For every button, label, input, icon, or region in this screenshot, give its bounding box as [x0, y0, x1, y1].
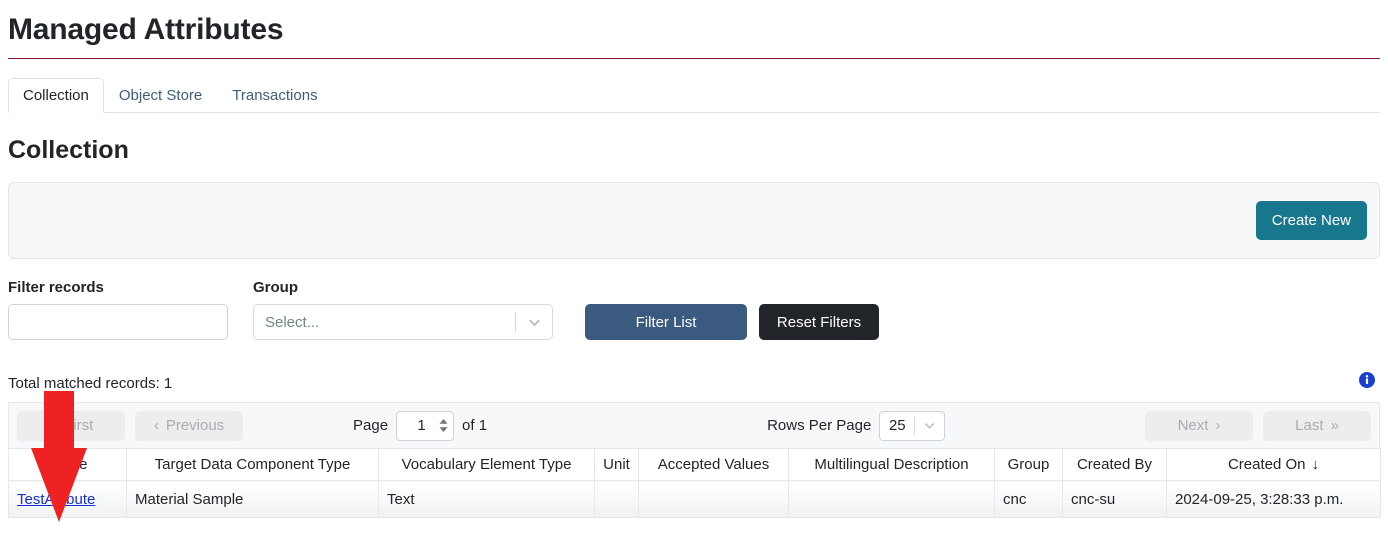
previous-page-label: Previous	[165, 417, 225, 434]
cell-unit	[594, 480, 639, 518]
tab-object-store-label: Object Store	[118, 87, 203, 104]
cell-created-on: 2024-09-25, 3:28:33 p.m.	[1166, 480, 1381, 518]
last-page-chevrons-icon: »	[1330, 417, 1339, 434]
create-new-button[interactable]: Create New	[1255, 201, 1367, 240]
page-spinner-icon[interactable]	[438, 418, 449, 433]
cell-vocabulary-element-type: Text	[378, 480, 595, 518]
column-header-multilingual-description[interactable]: Multilingual Description	[788, 448, 995, 481]
cell-multilingual-description	[788, 480, 995, 518]
filter-bar: Filter records Group Select... Filter Li…	[8, 279, 1380, 340]
table-header-row: Name Target Data Component Type Vocabula…	[8, 448, 1381, 481]
page-root: Managed Attributes Collection Object Sto…	[0, 0, 1388, 552]
managed-attributes-table: Name Target Data Component Type Vocabula…	[8, 448, 1381, 518]
column-header-accepted-values[interactable]: Accepted Values	[638, 448, 789, 481]
create-panel: Create New	[8, 182, 1380, 259]
results-summary: Total matched records: 1	[8, 372, 1380, 394]
next-page-button[interactable]: Next ›	[1145, 410, 1253, 441]
previous-page-button[interactable]: ‹ Previous	[135, 410, 243, 441]
sort-descending-icon: ↓	[1311, 456, 1320, 473]
filter-records-input[interactable]	[8, 304, 228, 340]
filter-records-field: Filter records	[8, 279, 228, 340]
page-number-value: 1	[417, 417, 426, 434]
rows-per-page-group: Rows Per Page 25	[767, 410, 946, 441]
last-page-label: Last	[1295, 417, 1324, 434]
section-title: Collection	[8, 136, 129, 164]
total-records-text: Total matched records: 1	[8, 375, 173, 392]
tab-collection[interactable]: Collection	[8, 78, 104, 113]
pagination-right-group: Next › Last »	[1145, 410, 1371, 441]
reset-filters-button[interactable]: Reset Filters	[759, 304, 879, 340]
tab-bar: Collection Object Store Transactions	[8, 78, 1380, 113]
tab-transactions-label: Transactions	[232, 87, 318, 104]
cell-accepted-values	[638, 480, 789, 518]
column-header-group[interactable]: Group	[994, 448, 1063, 481]
column-header-created-by[interactable]: Created By	[1062, 448, 1167, 481]
cell-target-data-component-type: Material Sample	[126, 480, 379, 518]
column-header-unit[interactable]: Unit	[594, 448, 639, 481]
cell-created-by: cnc-su	[1062, 480, 1167, 518]
pagination-bar: « First ‹ Previous Page 1 of 1 Rows Per …	[8, 402, 1380, 448]
group-select[interactable]: Select...	[253, 304, 553, 340]
previous-page-chevron-icon: ‹	[153, 417, 159, 434]
filter-records-label: Filter records	[8, 279, 104, 296]
chevron-down-icon[interactable]	[516, 314, 552, 331]
column-header-vocabulary-element-type[interactable]: Vocabulary Element Type	[378, 448, 595, 481]
group-label: Group	[253, 279, 298, 296]
cell-name: TestAttibute	[8, 480, 127, 518]
column-header-created-on[interactable]: Created On ↓	[1166, 448, 1381, 481]
page-total-label: of 1	[462, 417, 488, 434]
last-page-button[interactable]: Last »	[1263, 410, 1371, 441]
tab-collection-label: Collection	[23, 87, 89, 104]
tab-transactions[interactable]: Transactions	[217, 78, 332, 113]
rows-per-page-value: 25	[888, 417, 906, 434]
page-number-input[interactable]: 1	[396, 410, 455, 441]
first-page-chevrons-icon: «	[48, 417, 58, 434]
first-page-button[interactable]: « First	[17, 410, 125, 441]
title-divider	[8, 58, 1380, 59]
info-circle-icon[interactable]	[1359, 372, 1375, 394]
page-title: Managed Attributes	[8, 13, 284, 46]
chevron-down-icon[interactable]	[915, 418, 944, 433]
cell-group: cnc	[994, 480, 1063, 518]
tab-object-store[interactable]: Object Store	[104, 78, 217, 113]
first-page-label: First	[64, 417, 94, 434]
rows-per-page-select[interactable]: 25	[879, 410, 946, 441]
next-page-chevron-icon: ›	[1215, 417, 1221, 434]
filter-list-button[interactable]: Filter List	[585, 304, 747, 340]
next-page-label: Next	[1177, 417, 1209, 434]
column-header-created-on-label: Created On	[1227, 456, 1306, 473]
column-header-target-data-component-type[interactable]: Target Data Component Type	[126, 448, 379, 481]
table-row[interactable]: TestAttibute Material Sample Text cnc cn…	[8, 480, 1381, 518]
page-number-group: Page 1 of 1	[353, 410, 488, 441]
group-field: Group Select...	[253, 279, 553, 340]
group-select-placeholder: Select...	[265, 313, 320, 331]
page-label: Page	[353, 417, 389, 434]
rows-per-page-label: Rows Per Page	[767, 417, 872, 434]
column-header-name[interactable]: Name	[8, 448, 127, 481]
attribute-name-link[interactable]: TestAttibute	[17, 491, 95, 508]
